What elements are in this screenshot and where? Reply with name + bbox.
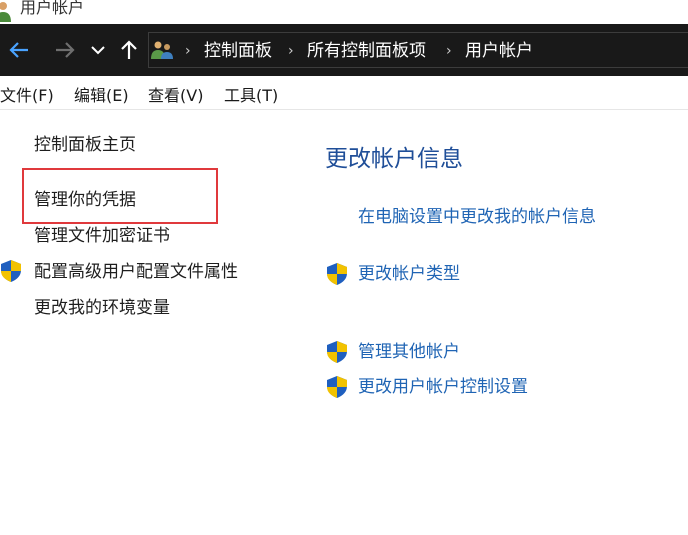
address-bar: › 控制面板 › 所有控制面板项 › 用户帐户 [0, 24, 688, 76]
menu-edit[interactable]: 编辑(E) [74, 86, 129, 106]
link-manage-other-accounts[interactable]: 管理其他帐户 [358, 341, 460, 363]
link-change-account-in-settings[interactable]: 在电脑设置中更改我的帐户信息 [358, 206, 596, 228]
chevron-down-icon [91, 46, 105, 55]
breadcrumb-separator: › [288, 43, 294, 59]
menu-file[interactable]: 文件(F) [0, 86, 54, 106]
forward-button[interactable] [53, 38, 77, 62]
window-title: 用户帐户 [20, 0, 85, 17]
link-change-account-type[interactable]: 更改帐户类型 [358, 263, 460, 285]
menu-tools[interactable]: 工具(T) [224, 86, 278, 106]
recent-locations-button[interactable] [88, 38, 112, 62]
back-button[interactable] [7, 38, 31, 62]
up-button[interactable] [117, 38, 141, 62]
highlight-box [22, 168, 218, 224]
menu-bar: 文件(F) 编辑(E) 查看(V) 工具(T) [0, 76, 688, 110]
sidebar-link-manage-encryption-certificates[interactable]: 管理文件加密证书 [34, 225, 170, 247]
address-path[interactable]: › 控制面板 › 所有控制面板项 › 用户帐户 [148, 32, 688, 68]
link-change-uac-settings[interactable]: 更改用户帐户控制设置 [358, 376, 528, 398]
uac-shield-icon [326, 340, 348, 364]
arrow-right-icon [56, 42, 75, 58]
uac-shield-icon [326, 262, 348, 286]
menu-view[interactable]: 查看(V) [148, 86, 203, 106]
breadcrumb-user-accounts[interactable]: 用户帐户 [465, 41, 533, 61]
sidebar-link-environment-variables[interactable]: 更改我的环境变量 [34, 297, 170, 319]
breadcrumb-separator: › [185, 43, 191, 59]
uac-shield-icon [0, 259, 22, 283]
page-heading: 更改帐户信息 [325, 146, 463, 172]
breadcrumb-control-panel[interactable]: 控制面板 [204, 41, 272, 61]
breadcrumb-separator: › [446, 43, 452, 59]
breadcrumb-all-items[interactable]: 所有控制面板项 [307, 41, 426, 61]
users-icon [150, 40, 174, 64]
sidebar-link-control-panel-home[interactable]: 控制面板主页 [34, 134, 136, 156]
arrow-up-icon [121, 40, 137, 59]
uac-shield-icon [326, 375, 348, 399]
title-bar: 用户帐户 [0, 0, 688, 24]
arrow-left-icon [9, 42, 28, 58]
sidebar-link-advanced-profile-properties[interactable]: 配置高级用户配置文件属性 [34, 261, 238, 283]
